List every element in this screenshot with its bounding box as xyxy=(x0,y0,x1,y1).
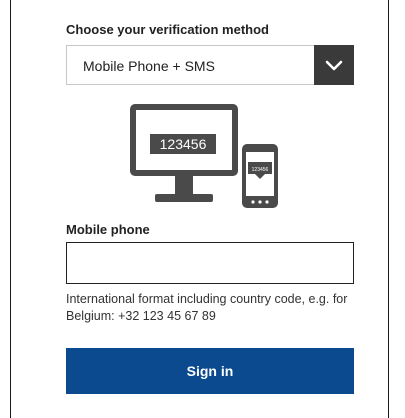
sign-in-button[interactable]: Sign in xyxy=(66,348,354,394)
mobile-phone-help-text: International format including country c… xyxy=(66,292,348,323)
monitor-icon: 123456 xyxy=(130,104,238,202)
verification-method-label: Choose your verification method xyxy=(66,22,269,37)
monitor-and-phone-illustration: 123456 123456 xyxy=(130,104,278,208)
dropdown-toggle-button[interactable] xyxy=(314,45,354,85)
verification-method-value: Mobile Phone + SMS xyxy=(83,58,215,74)
smartphone-icon: 123456 xyxy=(242,144,278,208)
mobile-phone-label: Mobile phone xyxy=(66,222,150,237)
phone-code: 123456 xyxy=(252,167,269,173)
chevron-down-icon xyxy=(325,60,343,71)
verification-method-select[interactable]: Mobile Phone + SMS xyxy=(66,45,354,85)
mobile-phone-input[interactable] xyxy=(66,242,354,284)
monitor-code: 123456 xyxy=(160,136,207,152)
